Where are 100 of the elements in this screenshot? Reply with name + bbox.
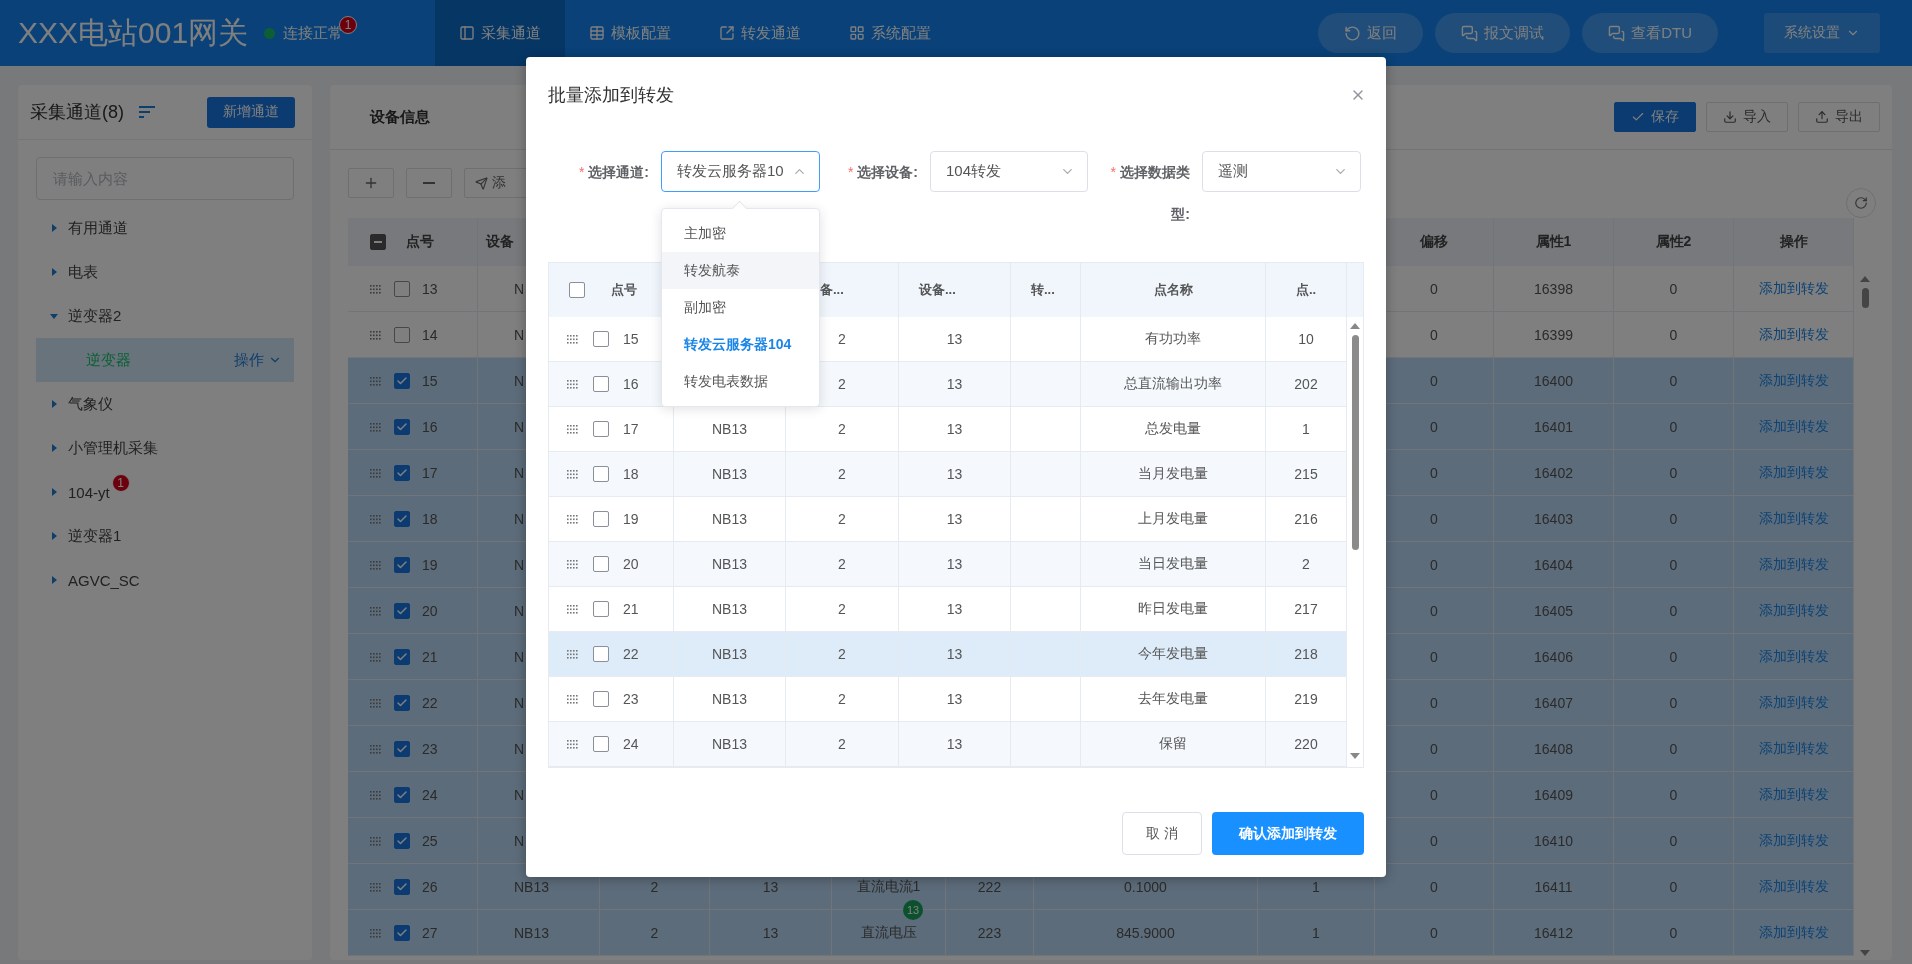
table-row[interactable]: 17 NB13 2 13 总发电量 1 (549, 407, 1347, 452)
add-to-forward-link[interactable]: 添加到转发 (1758, 739, 1829, 758)
drag-handle-icon[interactable] (370, 559, 382, 570)
checkbox[interactable] (394, 280, 410, 297)
drag-handle-icon[interactable] (370, 513, 382, 524)
add-to-forward-link[interactable]: 添加到转发 (1758, 555, 1829, 574)
checkbox[interactable] (394, 326, 410, 343)
caret-right-icon[interactable] (49, 531, 59, 541)
caret-right-icon[interactable] (49, 443, 59, 453)
checkbox[interactable] (593, 511, 609, 527)
cancel-button[interactable]: 取 消 (1122, 812, 1202, 855)
drag-handle-icon[interactable] (370, 605, 382, 616)
add-to-forward-link[interactable]: 添加到转发 (1758, 923, 1829, 942)
nav-tab[interactable]: 系统配置 (825, 0, 955, 66)
checkbox[interactable] (394, 418, 410, 435)
drag-handle-icon[interactable] (370, 697, 382, 708)
scroll-up-icon[interactable] (1860, 276, 1870, 282)
panel-tab[interactable]: 设备信息 (370, 107, 430, 127)
table-row[interactable]: 20 NB13 2 13 当日发电量 2 (549, 542, 1347, 587)
drag-handle-icon[interactable] (567, 424, 579, 434)
drag-handle-icon[interactable] (370, 421, 382, 432)
checkbox[interactable] (593, 466, 609, 482)
add-row-button[interactable] (348, 168, 394, 198)
table-row[interactable]: 23 NB13 2 13 去年发电量 219 (549, 677, 1347, 722)
drag-handle-icon[interactable] (370, 789, 382, 800)
tree-item[interactable]: 小管理机采集 (18, 426, 312, 470)
add-to-forward-link[interactable]: 添加到转发 (1758, 279, 1829, 298)
tree-item[interactable]: 逆变器1 (18, 514, 312, 558)
caret-down-icon[interactable] (49, 311, 59, 321)
caret-right-icon[interactable] (49, 575, 59, 585)
drag-handle-icon[interactable] (370, 651, 382, 662)
drag-handle-icon[interactable] (370, 835, 382, 846)
checkbox[interactable] (593, 331, 609, 347)
checkbox[interactable] (593, 421, 609, 437)
checkbox[interactable] (394, 740, 410, 757)
table-row[interactable]: 18 NB13 2 13 当月发电量 215 (549, 452, 1347, 497)
checkbox[interactable] (394, 556, 410, 573)
tree-item[interactable]: AGVC_SC (18, 558, 312, 602)
caret-right-icon[interactable] (49, 399, 59, 409)
dropdown-option[interactable]: 转发云服务器104 (662, 326, 819, 363)
drag-handle-icon[interactable] (370, 283, 382, 294)
checkbox[interactable] (593, 376, 609, 392)
drag-handle-icon[interactable] (567, 379, 579, 389)
drag-handle-icon[interactable] (370, 743, 382, 754)
caret-right-icon[interactable] (49, 223, 59, 233)
checkbox[interactable] (394, 648, 410, 665)
caret-right-icon[interactable] (49, 487, 59, 497)
checkbox[interactable] (593, 646, 609, 662)
dropdown-option[interactable]: 主加密 (662, 215, 819, 252)
select-field[interactable]: 104转发 (930, 151, 1088, 192)
add-to-forward-link[interactable]: 添加到转发 (1758, 325, 1829, 344)
checkbox[interactable] (593, 601, 609, 617)
drag-handle-icon[interactable] (567, 334, 579, 344)
action-menu-link[interactable]: 操作 (234, 350, 282, 370)
add-to-forward-link[interactable]: 添加到转发 (1758, 371, 1829, 390)
add-to-forward-link[interactable]: 添加到转发 (1758, 831, 1829, 850)
select-field[interactable]: 转发云服务器10 (661, 151, 820, 192)
drag-handle-icon[interactable] (567, 694, 579, 704)
drag-handle-icon[interactable] (567, 604, 579, 614)
save-button[interactable]: 保存 (1614, 102, 1696, 132)
drag-handle-icon[interactable] (370, 881, 382, 892)
drag-handle-icon[interactable] (567, 649, 579, 659)
scrollbar-thumb[interactable] (1861, 288, 1869, 308)
sort-icon[interactable] (138, 105, 156, 119)
checkbox[interactable] (593, 556, 609, 572)
checkbox[interactable] (394, 464, 410, 481)
drag-handle-icon[interactable] (567, 469, 579, 479)
tree-item[interactable]: 电表 (18, 250, 312, 294)
export-button[interactable]: 导出 (1798, 102, 1880, 132)
checkbox[interactable] (394, 832, 410, 849)
checkbox[interactable] (394, 924, 410, 941)
scrollbar-thumb[interactable] (1351, 335, 1359, 550)
table-row[interactable]: 21 NB13 2 13 昨日发电量 217 (549, 587, 1347, 632)
checkbox[interactable] (370, 234, 386, 250)
dropdown-option[interactable]: 转发电表数据 (662, 363, 819, 400)
tree-child-item[interactable]: 逆变器 操作 (36, 338, 294, 382)
checkbox[interactable] (394, 786, 410, 803)
tree-item[interactable]: 气象仪 (18, 382, 312, 426)
scroll-down-icon[interactable] (1350, 753, 1360, 759)
tree-item[interactable]: 逆变器2 (18, 294, 312, 338)
tree-item[interactable]: 104-yt 1 (18, 470, 312, 514)
checkbox[interactable] (394, 372, 410, 389)
dropdown-option[interactable]: 转发航泰 (662, 252, 819, 289)
checkbox[interactable] (593, 736, 609, 752)
add-to-forward-link[interactable]: 添加到转发 (1758, 601, 1829, 620)
table-row[interactable]: 19 NB13 2 13 上月发电量 216 (549, 497, 1347, 542)
nav-tab[interactable]: 转发通道 (695, 0, 825, 66)
drag-handle-icon[interactable] (370, 375, 382, 386)
table-row[interactable]: 24 NB13 2 13 保留 220 (549, 722, 1347, 767)
scroll-down-icon[interactable] (1860, 950, 1870, 956)
drag-handle-icon[interactable] (567, 514, 579, 524)
drag-handle-icon[interactable] (370, 467, 382, 478)
add-to-forward-link[interactable]: 添加到转发 (1758, 647, 1829, 666)
drag-handle-icon[interactable] (567, 739, 579, 749)
add-channel-button[interactable]: 新增通道 (207, 96, 295, 128)
refresh-button[interactable] (1846, 188, 1876, 218)
nav-tab[interactable]: 模板配置 (565, 0, 695, 66)
add-to-forward-link[interactable]: 添加到转发 (1758, 693, 1829, 712)
nav-tab[interactable]: 采集通道 (435, 0, 565, 66)
table-row[interactable]: 22 NB13 2 13 今年发电量 218 (549, 632, 1347, 677)
